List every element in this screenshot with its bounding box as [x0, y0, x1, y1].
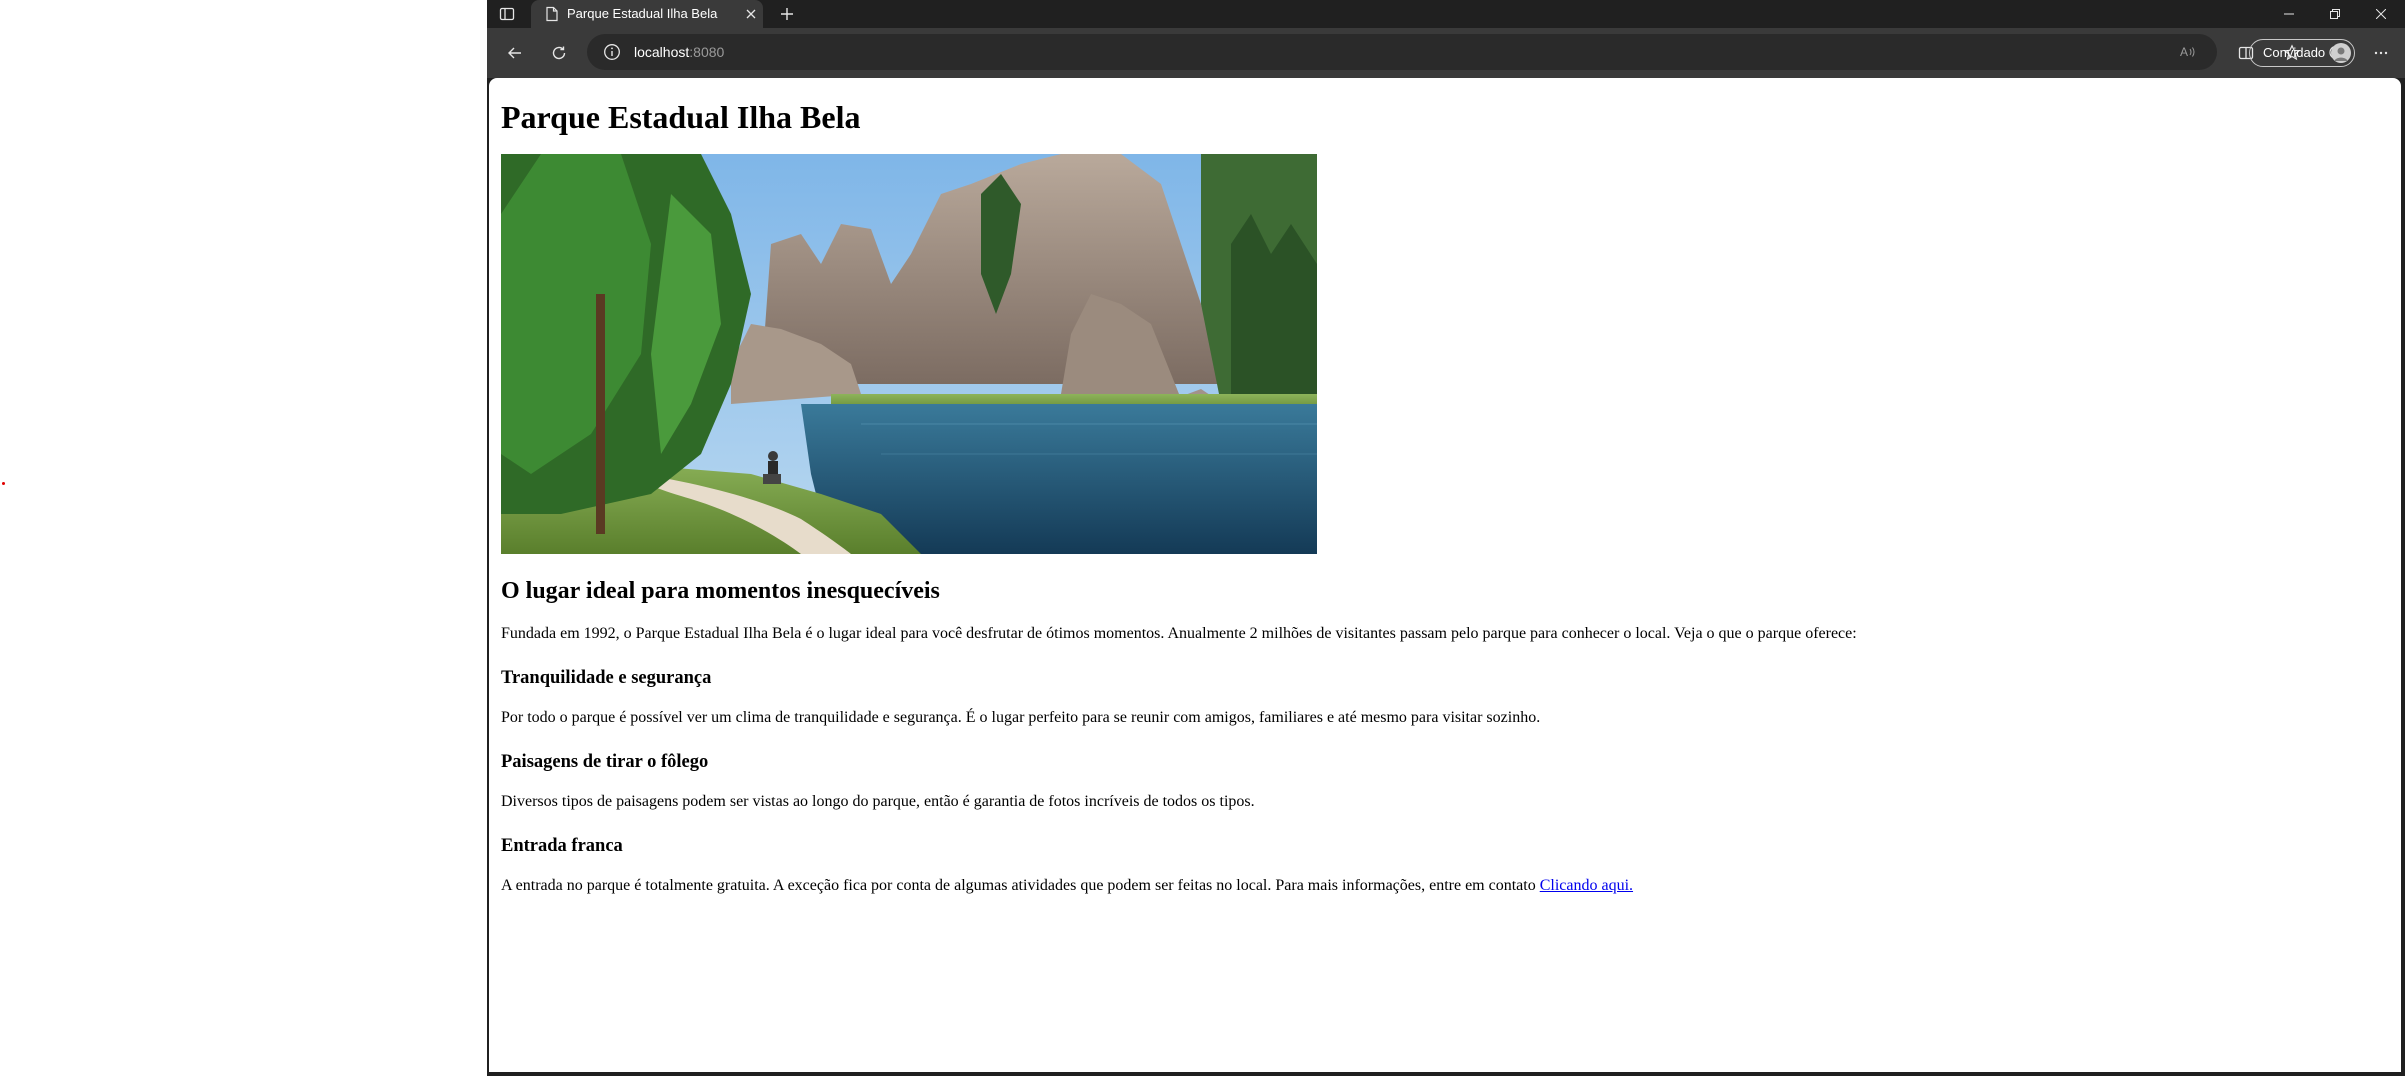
- active-tab[interactable]: Parque Estadual Ilha Bela: [531, 0, 763, 28]
- back-icon: [508, 47, 521, 59]
- tab-bar: Parque Estadual Ilha Bela: [487, 0, 2405, 28]
- contact-text: A entrada no parque é totalmente gratuit…: [501, 877, 1540, 894]
- address-port: :8080: [689, 44, 725, 60]
- tab-title: Parque Estadual Ilha Bela: [567, 6, 718, 21]
- tab-actions-icon: [499, 7, 515, 21]
- feature-text: A entrada no parque é totalmente gratuit…: [501, 876, 2389, 895]
- browser-toolbar: localhost:8080 A Convidado: [487, 28, 2405, 78]
- close-window-button[interactable]: [2363, 2, 2399, 26]
- restore-button[interactable]: [2317, 2, 2353, 26]
- page-title: Parque Estadual Ilha Bela: [501, 99, 861, 135]
- more-icon: [2374, 51, 2388, 55]
- tab-close-button[interactable]: [743, 6, 759, 22]
- browser-window: Parque Estadual Ilha Bela localhost:8080: [487, 0, 2405, 1076]
- back-button[interactable]: [503, 41, 527, 65]
- info-icon[interactable]: [603, 43, 621, 61]
- close-icon: [746, 9, 756, 19]
- hero-image: [501, 154, 1317, 554]
- page-content: Parque Estadual Ilha Bela O lugar ideal …: [489, 99, 2401, 895]
- address-text: localhost:8080: [634, 44, 724, 60]
- new-tab-button[interactable]: [777, 4, 797, 24]
- refresh-icon: [552, 46, 566, 60]
- feature-title: Paisagens de tirar o fôlego: [501, 752, 709, 772]
- plus-icon: [781, 8, 793, 20]
- minimize-icon: [2284, 13, 2294, 15]
- feature-title: Entrada franca: [501, 836, 623, 856]
- feature-text: Diversos tipos de paisagens podem ser vi…: [501, 793, 1255, 810]
- tab-actions-button[interactable]: [497, 4, 517, 24]
- refresh-button[interactable]: [547, 41, 571, 65]
- more-button[interactable]: [2369, 41, 2393, 65]
- feature-text: Por todo o parque é possível ver um clim…: [501, 709, 1541, 726]
- address-host: localhost: [634, 44, 690, 60]
- intro-paragraph: Fundada em 1992, o Parque Estadual Ilha …: [501, 625, 1857, 642]
- svg-text:A: A: [2180, 45, 2188, 59]
- read-aloud-icon[interactable]: A: [2179, 43, 2197, 61]
- address-bar[interactable]: localhost:8080 A: [587, 34, 2217, 70]
- page-icon: [546, 6, 558, 22]
- close-window-icon: [2376, 9, 2386, 19]
- restore-icon: [2330, 9, 2340, 19]
- profile-button[interactable]: Convidado: [2249, 39, 2355, 67]
- minimize-button[interactable]: [2271, 2, 2307, 26]
- page-viewport: Parque Estadual Ilha Bela O lugar ideal …: [489, 78, 2401, 1072]
- feature-title: Tranquilidade e segurança: [501, 668, 712, 688]
- avatar: [2331, 43, 2351, 63]
- red-dot-marker: [2, 482, 5, 485]
- contact-link[interactable]: Clicando aqui.: [1540, 877, 1633, 894]
- user-icon: [2334, 47, 2348, 61]
- profile-label: Convidado: [2263, 45, 2326, 60]
- section-title: O lugar ideal para momentos inesquecívei…: [501, 578, 940, 604]
